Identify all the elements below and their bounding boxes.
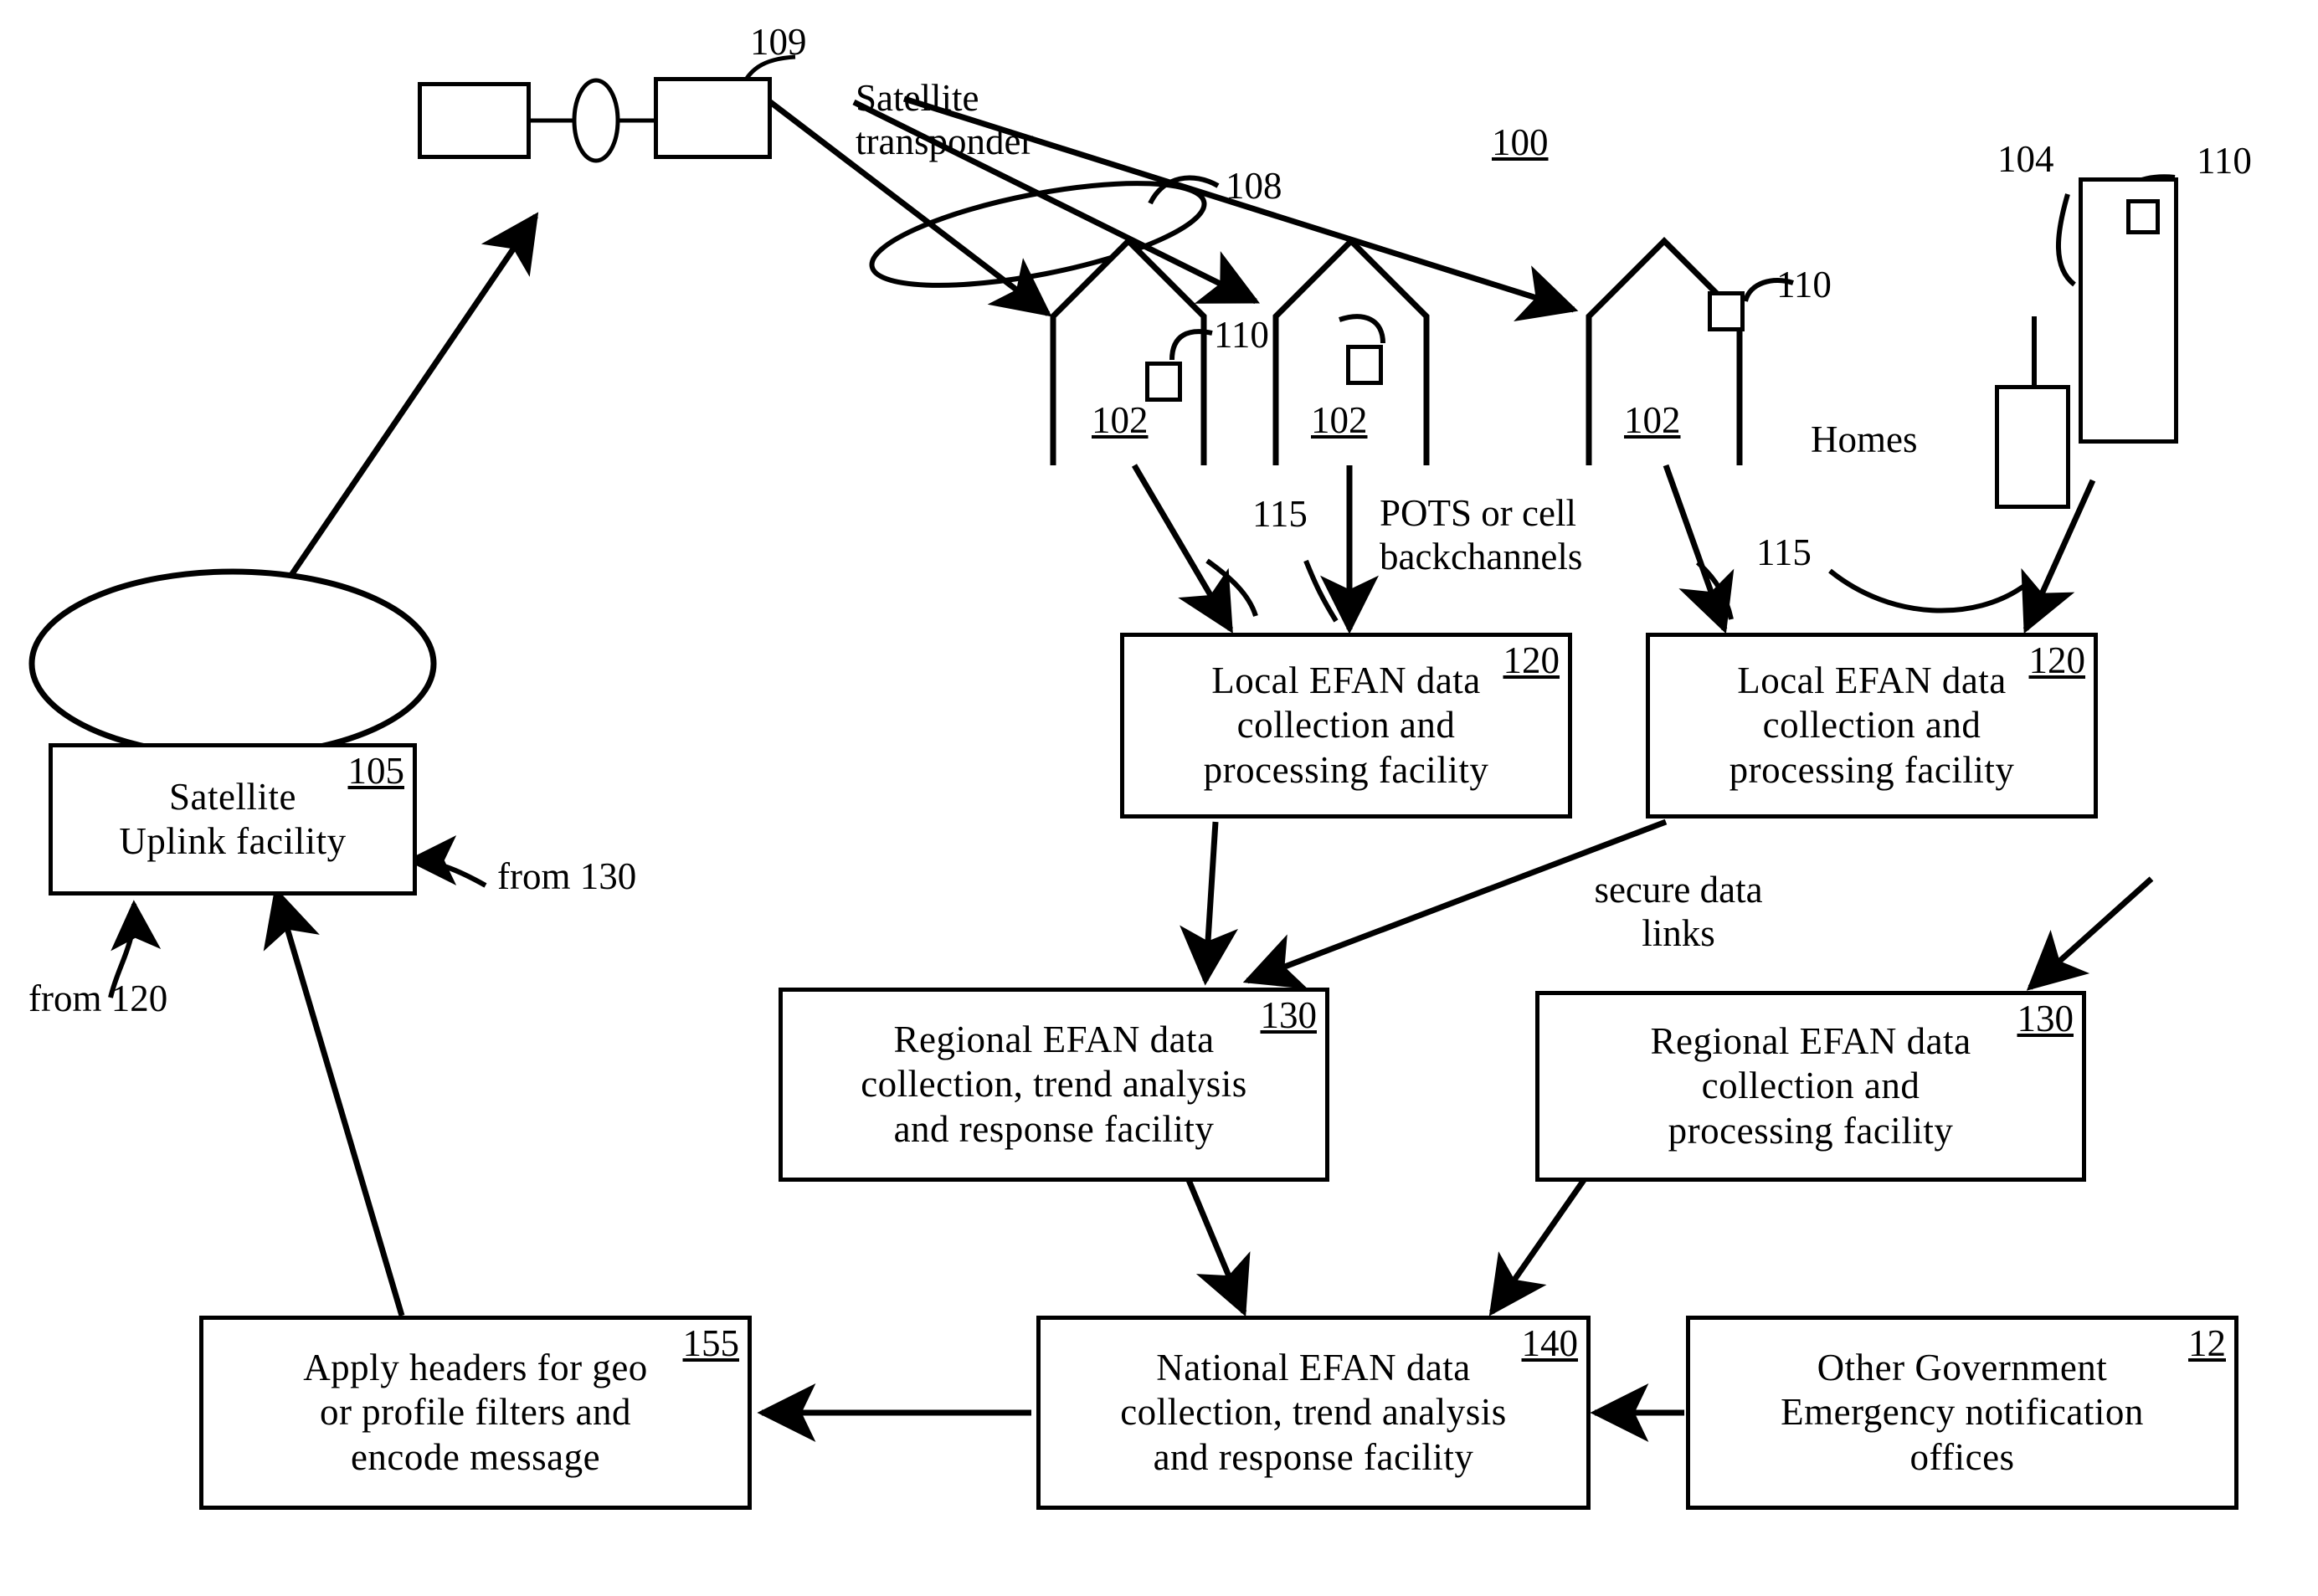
ref-108: 108 [1226, 165, 1282, 207]
satellite-uplink-facility-box[interactable]: Satellite Uplink facility 105 [49, 743, 417, 896]
local-efan-left-text: Local EFAN data collection and processin… [1203, 659, 1489, 791]
antenna-mast-icon [2032, 316, 2037, 387]
ref-109: 109 [750, 21, 807, 63]
arrow-house-a-to-local-left [1131, 464, 1234, 634]
arrow-local-left-to-regional-left [1180, 821, 1238, 986]
regional-efan-left-text: Regional EFAN data collection, trend ana… [861, 1019, 1247, 1150]
house-ref-a: 102 [1092, 399, 1149, 441]
regional-efan-left-box[interactable]: Regional EFAN data collection, trend ana… [779, 988, 1329, 1182]
ref-140: 140 [1521, 1322, 1579, 1364]
national-efan-text: National EFAN data collection, trend ana… [1120, 1347, 1507, 1478]
leader-104 [2056, 193, 2076, 287]
satellite-uplink-facility-text: Satellite Uplink facility [119, 775, 347, 862]
ref-110-b: 110 [1776, 264, 1832, 305]
leader-115-left [1205, 558, 1258, 617]
national-efan-box[interactable]: National EFAN data collection, trend ana… [1036, 1316, 1591, 1510]
arrow-into-regional-right [2026, 876, 2154, 991]
dish-icon [28, 568, 437, 759]
local-efan-right-text: Local EFAN data collection and processin… [1729, 659, 2015, 791]
receiver-icon-c [1708, 291, 1745, 331]
local-efan-right-box[interactable]: Local EFAN data collection and processin… [1646, 633, 2098, 819]
house-ref-b: 102 [1311, 399, 1368, 441]
homes-label: Homes [1811, 418, 1918, 460]
ref-115-left: 115 [1252, 493, 1308, 535]
apply-headers-box[interactable]: Apply headers for geo or profile filters… [199, 1316, 752, 1510]
from-120-label: from 120 [28, 978, 168, 1019]
other-government-box[interactable]: Other Government Emergency notification … [1686, 1316, 2238, 1510]
ref-120-right: 120 [2028, 639, 2086, 681]
ref-110-a: 110 [1214, 314, 1269, 356]
ref-110-d: 110 [2197, 140, 2252, 182]
from-130-label: from 130 [497, 855, 637, 897]
building-icon-short [1995, 385, 2070, 509]
ref-120-left: 120 [1503, 639, 1560, 681]
ref-130-left: 130 [1260, 994, 1318, 1036]
satellite-transponder-label: Satellite transponder [856, 77, 1034, 162]
arrow-from-130 [406, 835, 487, 888]
ref-100: 100 [1492, 121, 1549, 163]
receiver-icon-a [1145, 362, 1182, 402]
pots-backchannels-label: POTS or cell backchannels [1380, 492, 1583, 577]
ref-130-right: 130 [2017, 998, 2074, 1039]
leader-115-left2 [1303, 559, 1339, 623]
local-efan-left-box[interactable]: Local EFAN data collection and processin… [1120, 633, 1572, 819]
ref-104: 104 [1997, 138, 2054, 180]
arrow-regional-left-to-national [1185, 1178, 1251, 1317]
receiver-icon-b [1346, 345, 1383, 385]
regional-efan-right-text: Regional EFAN data collection and proces… [1650, 1020, 1971, 1152]
arrow-apply-to-uplink [263, 886, 405, 1316]
patent-figure-canvas: 109 Satellite transponder 108 100 102 10… [0, 0, 2318, 1596]
receiver-icon-d [2126, 199, 2160, 234]
leader-115-right2 [1828, 568, 2026, 613]
apply-headers-text: Apply headers for geo or profile filters… [303, 1347, 648, 1478]
ref-155: 155 [682, 1322, 740, 1364]
regional-efan-right-box[interactable]: Regional EFAN data collection and proces… [1535, 991, 2086, 1182]
ref-115-right: 115 [1756, 531, 1812, 573]
ref-105: 105 [347, 750, 405, 792]
other-government-text: Other Government Emergency notification … [1781, 1347, 2144, 1478]
satellite-body-left [418, 82, 531, 159]
secure-data-links-label: secure data links [1594, 869, 1763, 954]
satellite-body-right [654, 77, 772, 159]
ref-12: 12 [2188, 1322, 2226, 1364]
arrow-regional-right-to-national [1488, 1178, 1586, 1316]
house-ref-c: 102 [1624, 399, 1681, 441]
